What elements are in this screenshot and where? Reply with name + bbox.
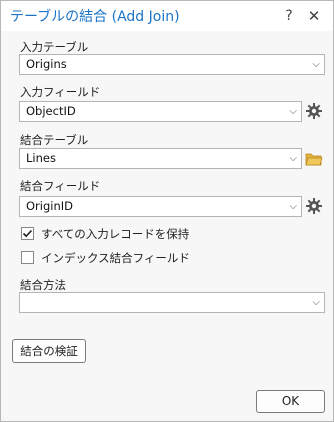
chevron-down-icon: ⌵ [289,106,297,117]
ok-button[interactable]: OK [256,390,325,413]
chevron-down-icon: ⌵ [289,201,297,212]
join-table-dropdown[interactable]: Lines ⌵ [19,148,302,169]
chevron-down-icon: ⌵ [312,59,320,70]
join-operation-label: 結合方法 [20,278,66,292]
join-field-label: 結合フィールド [20,179,101,193]
gear-icon[interactable] [305,102,323,120]
input-table-label: 入力テーブル [20,40,89,54]
close-button[interactable]: ✕ [304,6,324,26]
dialog-title: テーブルの結合 (Add Join) [10,9,180,25]
join-field-value: OriginID [26,199,74,213]
add-join-dialog: テーブルの結合 (Add Join) ? ✕ 入力テーブル Origins ⌵ … [0,0,334,422]
validate-join-button[interactable]: 結合の検証 [12,339,86,363]
join-operation-dropdown[interactable]: ⌵ [19,292,325,313]
gear-icon[interactable] [305,197,323,215]
input-field-label: 入力フィールド [20,85,101,99]
keep-all-records-checkbox[interactable] [21,227,34,240]
join-table-label: 結合テーブル [20,133,89,147]
checkmark-icon [22,229,33,238]
join-table-value: Lines [26,151,56,165]
help-button[interactable]: ? [279,6,299,26]
title-bar: テーブルの結合 (Add Join) ? ✕ [1,1,333,31]
join-field-dropdown[interactable]: OriginID ⌵ [19,196,302,217]
chevron-down-icon: ⌵ [289,153,297,164]
index-join-fields-label: インデックス結合フィールド [41,251,190,265]
index-join-fields-checkbox[interactable] [21,251,34,264]
input-field-value: ObjectID [26,104,76,118]
keep-all-records-label: すべての入力レコードを保持 [41,227,190,241]
chevron-down-icon: ⌵ [312,297,320,308]
input-field-dropdown[interactable]: ObjectID ⌵ [19,101,302,122]
input-table-dropdown[interactable]: Origins ⌵ [19,54,325,75]
folder-icon[interactable] [305,150,323,168]
input-table-value: Origins [26,57,67,71]
